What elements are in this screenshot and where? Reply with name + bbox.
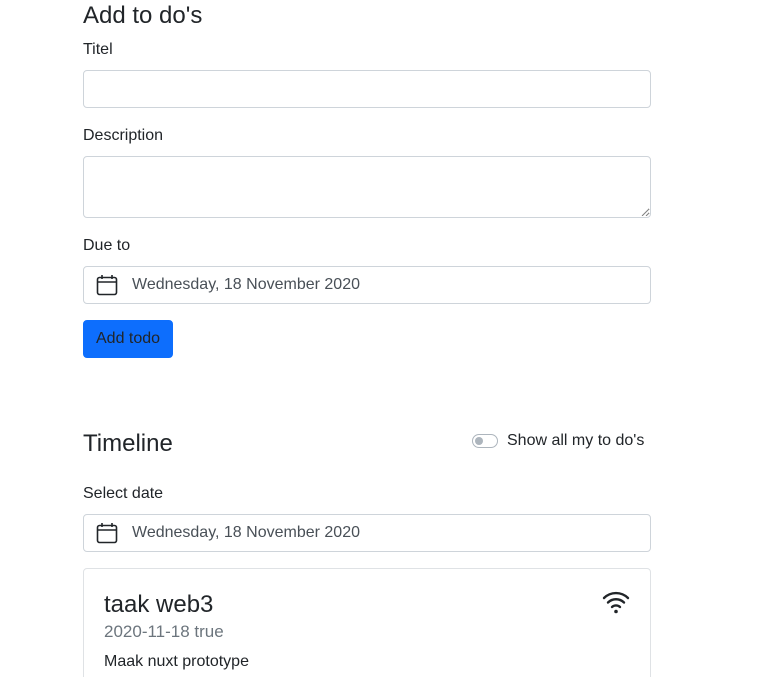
calendar-icon xyxy=(96,522,118,544)
wifi-icon xyxy=(602,591,630,614)
description-label: Description xyxy=(83,127,164,144)
timeline-heading: Timeline xyxy=(83,430,173,457)
todo-description: Maak nuxt prototype xyxy=(104,653,249,670)
todo-subtitle: 2020-11-18 true xyxy=(104,622,224,641)
page: Add to do's Titel Description Due to Wed… xyxy=(0,0,757,677)
select-date-label: Select date xyxy=(83,485,164,502)
add-todo-heading: Add to do's xyxy=(83,2,203,29)
selected-date-value: Wednesday, 18 November 2020 xyxy=(132,524,360,541)
due-date-value: Wednesday, 18 November 2020 xyxy=(132,276,360,293)
title-input[interactable] xyxy=(83,70,651,108)
title-label: Titel xyxy=(83,41,113,58)
resize-grip-icon[interactable] xyxy=(641,208,649,216)
description-wrapper xyxy=(83,156,651,218)
add-todo-button[interactable]: Add todo xyxy=(83,320,174,358)
todo-title: taak web3 xyxy=(104,591,214,618)
show-all-switch[interactable] xyxy=(472,434,498,448)
switch-knob xyxy=(475,437,483,445)
due-to-label: Due to xyxy=(83,237,131,254)
calendar-icon xyxy=(96,274,118,296)
description-textarea[interactable] xyxy=(83,156,651,218)
show-all-label: Show all my to do's xyxy=(507,432,645,449)
due-date-picker[interactable]: Wednesday, 18 November 2020 xyxy=(83,266,651,304)
select-date-picker[interactable]: Wednesday, 18 November 2020 xyxy=(83,514,651,552)
show-all-toggle-row[interactable]: Show all my to do's xyxy=(472,432,644,450)
todo-card[interactable]: taak web3 2020-11-18 true Maak nuxt prot… xyxy=(83,568,651,677)
